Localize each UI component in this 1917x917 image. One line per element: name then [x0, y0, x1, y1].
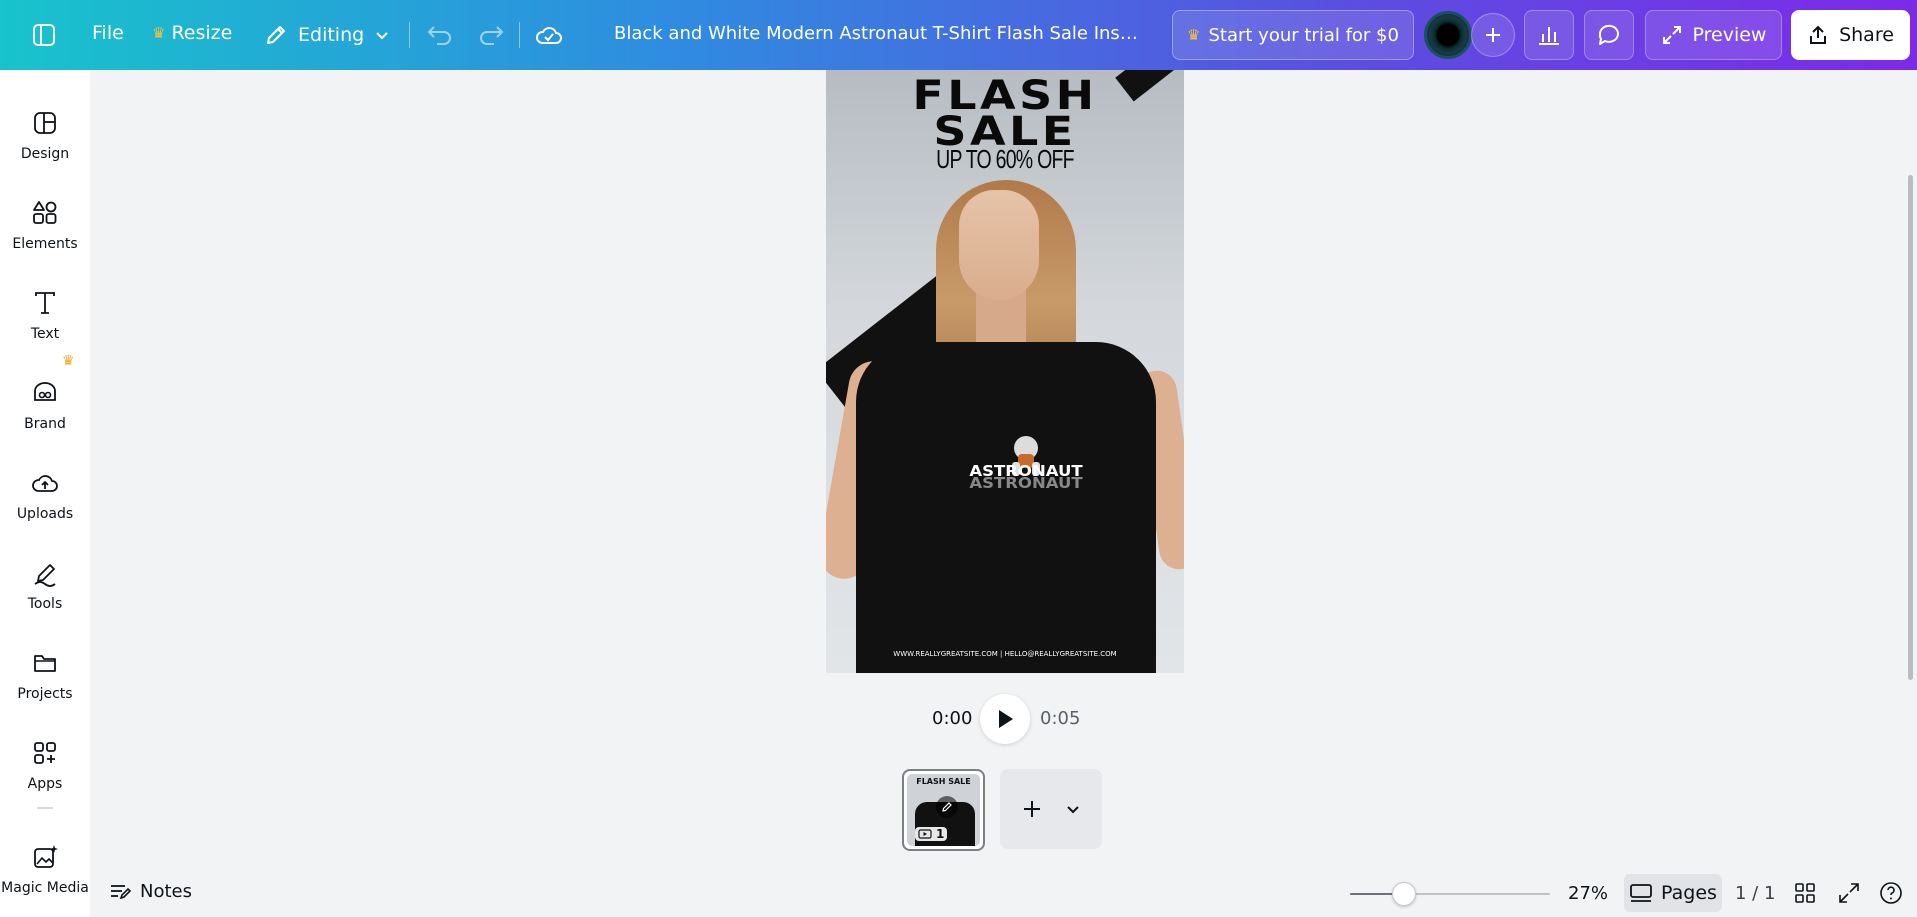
- grid-view-icon[interactable]: [1792, 880, 1818, 906]
- top-toolbar: File ♛ Resize Editing Black and White Mo…: [0, 0, 1917, 70]
- design-title[interactable]: Black and White Modern Astronaut T-Shirt…: [614, 23, 1144, 44]
- analytics-button[interactable]: [1524, 10, 1574, 60]
- sidebar-item-uploads[interactable]: Uploads: [0, 458, 90, 538]
- tshirt-image[interactable]: [856, 342, 1156, 673]
- toolbar-divider: [409, 22, 410, 48]
- comment-button[interactable]: [1584, 10, 1634, 60]
- cloud-saved-icon[interactable]: [534, 20, 564, 50]
- sidebar-item-tools[interactable]: Tools: [0, 548, 90, 628]
- thumbnail-headline: FLASH SALE: [916, 777, 971, 786]
- toolbar-divider: [519, 22, 520, 48]
- sidebar-toggle-icon[interactable]: [28, 19, 60, 51]
- bar-chart-icon: [1539, 27, 1559, 45]
- undo-icon[interactable]: [425, 21, 455, 49]
- tools-icon: [34, 564, 56, 587]
- share-label: Share: [1839, 24, 1894, 46]
- sidebar-item-apps[interactable]: Apps: [0, 728, 90, 808]
- add-page-icon[interactable]: [1020, 797, 1044, 821]
- preview-label: Preview: [1692, 24, 1767, 46]
- chevron-down-icon[interactable]: [1064, 800, 1082, 818]
- sidebar-item-label: Design: [20, 146, 70, 162]
- editing-label: Editing: [298, 24, 365, 46]
- user-avatar[interactable]: [1424, 11, 1472, 59]
- redo-icon[interactable]: [476, 21, 506, 49]
- left-sidebar: Design Elements Text Brand ♛ Uploads Too…: [0, 70, 90, 917]
- apps-icon: [34, 742, 56, 764]
- page-thumbnail[interactable]: FLASH SALE 1: [902, 769, 985, 851]
- poster-subhead[interactable]: UP TO 60% OFF: [871, 144, 1140, 175]
- sidebar-item-label: Projects: [17, 686, 73, 702]
- play-icon: [999, 710, 1013, 728]
- sidebar-divider: [37, 807, 53, 809]
- sidebar-item-design[interactable]: Design: [0, 98, 90, 178]
- design-icon: [34, 112, 56, 134]
- sidebar-item-label: Tools: [27, 596, 63, 612]
- comment-icon: [1598, 24, 1619, 45]
- invite-plus-button[interactable]: [1471, 13, 1515, 57]
- brand-icon: [34, 382, 56, 401]
- poster-headline[interactable]: FLASH SALE: [826, 76, 1184, 152]
- editing-mode-dropdown[interactable]: Editing: [264, 20, 390, 50]
- video-icon: [918, 829, 932, 839]
- expand-icon: [1662, 26, 1681, 44]
- zoom-slider-handle[interactable]: [1392, 882, 1416, 906]
- sidebar-item-label: Brand: [24, 416, 66, 432]
- pages-button[interactable]: Pages: [1624, 874, 1722, 912]
- share-upload-icon: [1810, 25, 1827, 44]
- play-button[interactable]: [980, 694, 1030, 744]
- magic-media-icon: [34, 845, 58, 868]
- poster-contact-text[interactable]: WWW.REALLYGREATSITE.COM | HELLO@REALLYGR…: [826, 650, 1184, 658]
- resize-label: Resize: [171, 22, 233, 44]
- vertical-scrollbar[interactable]: [1908, 175, 1913, 680]
- sidebar-item-magic-media[interactable]: Magic Media: [0, 832, 90, 912]
- page-number: 1: [936, 827, 945, 841]
- file-menu-button[interactable]: File: [92, 22, 124, 44]
- plus-icon: [1486, 28, 1500, 42]
- help-icon[interactable]: [1878, 880, 1904, 906]
- duration-time: 0:05: [1040, 708, 1081, 729]
- folder-icon: [34, 655, 56, 672]
- sidebar-item-elements[interactable]: Elements: [0, 188, 90, 268]
- current-time: 0:00: [932, 708, 973, 729]
- share-button[interactable]: Share: [1791, 10, 1910, 60]
- crown-icon: ♛: [62, 353, 75, 369]
- pages-label: Pages: [1661, 882, 1717, 904]
- preview-button[interactable]: Preview: [1645, 10, 1782, 60]
- page-thumbnail-preview: FLASH SALE 1: [907, 774, 980, 846]
- page-count: 1 / 1: [1735, 883, 1776, 904]
- zoom-level[interactable]: 27%: [1568, 883, 1608, 904]
- model-face: [959, 190, 1039, 300]
- uploads-icon: [32, 475, 58, 492]
- fullscreen-icon[interactable]: [1836, 880, 1862, 906]
- elements-icon: [33, 201, 57, 224]
- pencil-icon: [267, 26, 285, 44]
- start-trial-button[interactable]: ♛ Start your trial for $0: [1172, 10, 1414, 60]
- chevron-down-icon: [376, 32, 388, 40]
- crown-icon: ♛: [152, 24, 166, 42]
- edit-pencil-icon[interactable]: [936, 796, 958, 818]
- sidebar-item-projects[interactable]: Projects: [0, 638, 90, 718]
- sidebar-item-text[interactable]: Text: [0, 278, 90, 358]
- text-icon: [35, 292, 55, 314]
- trial-label: Start your trial for $0: [1208, 24, 1399, 46]
- notes-button[interactable]: Notes: [108, 880, 192, 902]
- crown-icon: ♛: [1187, 26, 1201, 44]
- sidebar-item-label: Text: [30, 326, 60, 342]
- sidebar-item-brand[interactable]: Brand: [0, 368, 90, 448]
- notes-label: Notes: [140, 880, 192, 902]
- design-page[interactable]: ASTRONAUT ASTRONAUT FLASH SALE UP TO 60% …: [826, 70, 1184, 673]
- page-number-badge: 1: [915, 827, 948, 841]
- notes-icon: [111, 885, 132, 900]
- resize-button[interactable]: ♛ Resize: [152, 22, 232, 44]
- tshirt-print-text: ASTRONAUT: [969, 462, 1083, 480]
- pages-icon: [1630, 884, 1652, 902]
- sidebar-item-label: Magic Media: [1, 880, 89, 896]
- add-page-group: [1000, 769, 1102, 849]
- sidebar-item-label: Uploads: [16, 506, 74, 522]
- sidebar-item-label: Elements: [12, 236, 78, 252]
- sidebar-item-label: Apps: [27, 776, 63, 792]
